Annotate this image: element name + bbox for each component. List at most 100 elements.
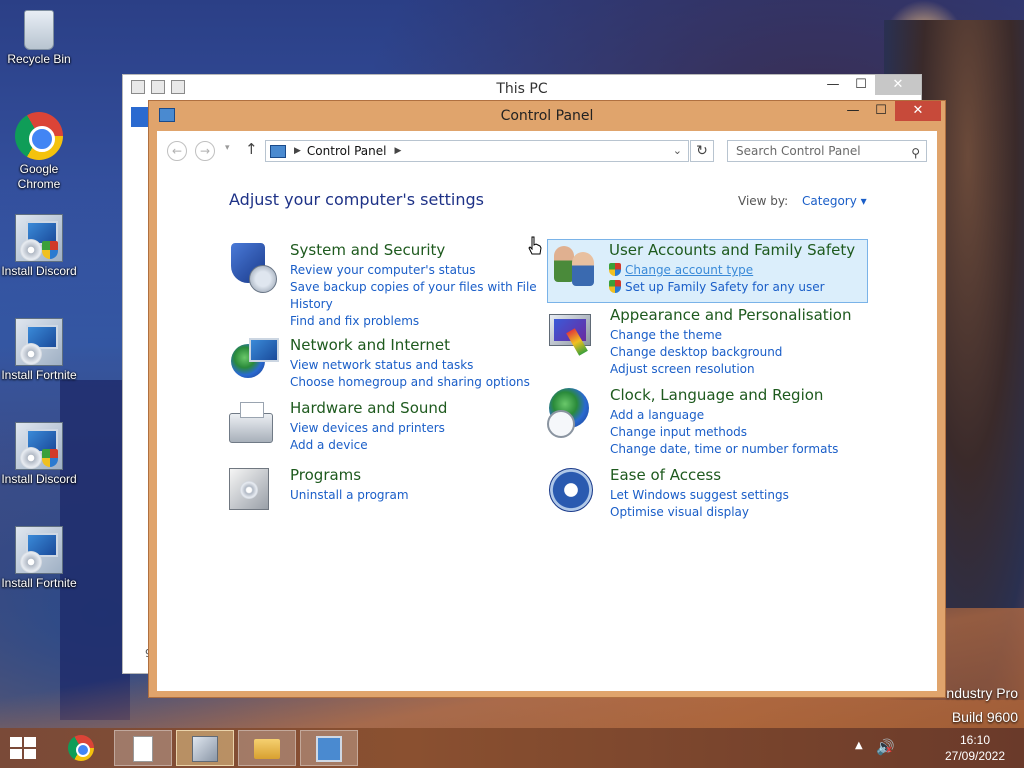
link-add-device[interactable]: Add a device xyxy=(290,437,550,454)
control-panel-icon xyxy=(316,736,342,762)
windows-edition-watermark: ndustry Pro xyxy=(946,685,1018,701)
control-panel-title: Control Panel xyxy=(500,108,594,124)
category-title[interactable]: Hardware and Sound xyxy=(290,399,447,417)
refresh-button[interactable]: ↻ xyxy=(690,140,714,162)
taskbar-setup[interactable] xyxy=(176,730,234,766)
link-optimise-display[interactable]: Optimise visual display xyxy=(610,504,870,521)
link-date-time-formats[interactable]: Change date, time or number formats xyxy=(610,441,870,458)
category-title[interactable]: Ease of Access xyxy=(610,466,721,484)
printer-icon[interactable] xyxy=(229,402,273,443)
category-title[interactable]: Network and Internet xyxy=(290,336,450,354)
chrome-icon xyxy=(68,735,94,761)
maximize-button[interactable]: ☐ xyxy=(867,101,895,121)
link-uninstall-program[interactable]: Uninstall a program xyxy=(290,487,550,504)
this-pc-title: This PC xyxy=(496,81,548,97)
link-change-account-type[interactable]: Change account type xyxy=(609,262,869,279)
taskbar-chrome[interactable] xyxy=(52,730,110,766)
this-pc-titlebar[interactable]: This PC — ☐ ✕ xyxy=(123,75,921,101)
taskbar-file-explorer[interactable] xyxy=(238,730,296,766)
notepad-icon xyxy=(133,736,153,762)
category-programs: Programs Uninstall a program xyxy=(229,466,549,516)
forward-button[interactable]: → xyxy=(195,141,215,161)
category-title[interactable]: Clock, Language and Region xyxy=(610,386,823,404)
desktop-icon-label: Install Fortnite xyxy=(1,368,77,382)
category-user-accounts: User Accounts and Family Safety Change a… xyxy=(547,239,868,303)
monitor-paint-icon[interactable] xyxy=(549,314,591,346)
setup-icon xyxy=(15,214,63,262)
setup-icon xyxy=(192,736,218,762)
up-button[interactable]: ↑ xyxy=(245,140,258,158)
category-ease-of-access: Ease of Access Let Windows suggest setti… xyxy=(549,466,870,519)
taskbar-notepad[interactable] xyxy=(114,730,172,766)
link-file-history[interactable]: Save backup copies of your files with Fi… xyxy=(290,279,550,313)
back-button[interactable]: ← xyxy=(167,141,187,161)
link-find-fix-problems[interactable]: Find and fix problems xyxy=(290,313,550,330)
uac-shield-icon xyxy=(609,280,621,293)
desktop-icon-install-discord-2[interactable]: Install Discord xyxy=(0,422,78,487)
minimize-button[interactable]: — xyxy=(839,101,867,121)
start-button[interactable] xyxy=(10,737,38,759)
link-input-methods[interactable]: Change input methods xyxy=(610,424,870,441)
control-panel-content: ← → ▾ ↑ ▶ Control Panel ▶ ⌄ ↻ Search Con… xyxy=(157,131,937,691)
search-icon[interactable]: ⚲ xyxy=(911,143,920,163)
view-by-label: View by: xyxy=(738,194,789,208)
link-family-safety[interactable]: Set up Family Safety for any user xyxy=(609,279,869,296)
recent-locations-dropdown[interactable]: ▾ xyxy=(225,143,230,153)
link-network-status[interactable]: View network status and tasks xyxy=(290,357,550,374)
category-clock-language-region: Clock, Language and Region Add a languag… xyxy=(547,386,870,458)
ease-of-access-icon[interactable] xyxy=(549,468,593,512)
link-devices-printers[interactable]: View devices and printers xyxy=(290,420,550,437)
desktop-icon-install-discord[interactable]: Install Discord xyxy=(0,214,78,279)
link-review-status[interactable]: Review your computer's status xyxy=(290,262,550,279)
breadcrumb-separator[interactable]: ▶ xyxy=(294,146,301,156)
file-explorer-icon xyxy=(254,739,280,759)
windows-build-watermark: Build 9600 xyxy=(951,709,1018,725)
control-panel-titlebar[interactable]: Control Panel — ☐ ✕ xyxy=(149,101,945,131)
category-title[interactable]: User Accounts and Family Safety xyxy=(609,241,855,259)
link-homegroup[interactable]: Choose homegroup and sharing options xyxy=(290,374,550,391)
desktop-icon-install-fortnite[interactable]: Install Fortnite xyxy=(0,318,78,383)
category-title[interactable]: Appearance and Personalisation xyxy=(610,306,852,324)
navigation-bar: ← → ▾ ↑ ▶ Control Panel ▶ ⌄ ↻ Search Con… xyxy=(157,131,937,171)
show-hidden-icons-button[interactable]: ▲ xyxy=(855,740,863,751)
link-screen-resolution[interactable]: Adjust screen resolution xyxy=(610,361,870,378)
category-title[interactable]: Programs xyxy=(290,466,361,484)
desktop-icon-label: Recycle Bin xyxy=(7,52,71,66)
link-suggest-settings[interactable]: Let Windows suggest settings xyxy=(610,487,870,504)
desktop-icon-google-chrome[interactable]: Google Chrome xyxy=(0,112,78,192)
link-add-language[interactable]: Add a language xyxy=(610,407,870,424)
chevron-down-icon[interactable]: ⌄ xyxy=(673,144,682,157)
page-title: Adjust your computer's settings xyxy=(229,190,484,209)
desktop-icon-install-fortnite-2[interactable]: Install Fortnite xyxy=(0,526,78,591)
this-pc-minimize-button[interactable]: — xyxy=(819,75,847,95)
breadcrumb-control-panel[interactable]: Control Panel xyxy=(307,144,387,158)
taskbar-clock[interactable]: 16:10 27/09/2022 xyxy=(930,732,1020,764)
clock-date: 27/09/2022 xyxy=(944,749,1006,763)
security-shield-icon[interactable] xyxy=(231,243,277,293)
search-placeholder: Search Control Panel xyxy=(736,144,861,158)
this-pc-maximize-button[interactable]: ☐ xyxy=(847,75,875,95)
clock-globe-icon[interactable] xyxy=(547,388,589,438)
search-input[interactable]: Search Control Panel ⚲ xyxy=(727,140,927,162)
taskbar-control-panel[interactable] xyxy=(300,730,358,766)
category-system-and-security: System and Security Review your computer… xyxy=(229,241,549,331)
control-panel-window[interactable]: Control Panel — ☐ ✕ ← → ▾ ↑ ▶ Control Pa… xyxy=(148,100,946,698)
desktop-icon-recycle-bin[interactable]: Recycle Bin xyxy=(0,6,78,67)
desktop-icon-label: Google Chrome xyxy=(17,162,61,191)
taskbar: ▲ 🔊 x 16:10 27/09/2022 xyxy=(0,728,1024,768)
setup-icon xyxy=(15,526,63,574)
programs-box-icon[interactable] xyxy=(229,468,269,510)
category-title[interactable]: System and Security xyxy=(290,241,445,259)
breadcrumb-separator[interactable]: ▶ xyxy=(395,146,402,156)
close-button[interactable]: ✕ xyxy=(895,101,941,121)
control-panel-icon xyxy=(270,144,286,158)
network-globe-icon[interactable] xyxy=(231,338,279,378)
link-desktop-background[interactable]: Change desktop background xyxy=(610,344,870,361)
uac-shield-icon xyxy=(609,263,621,276)
users-icon[interactable] xyxy=(552,242,598,286)
link-change-theme[interactable]: Change the theme xyxy=(610,327,870,344)
view-by-dropdown[interactable]: Category ▾ xyxy=(802,194,867,208)
address-bar[interactable]: ▶ Control Panel ▶ ⌄ xyxy=(265,140,689,162)
view-by: View by: Category ▾ xyxy=(738,194,867,208)
this-pc-close-button[interactable]: ✕ xyxy=(875,75,921,95)
